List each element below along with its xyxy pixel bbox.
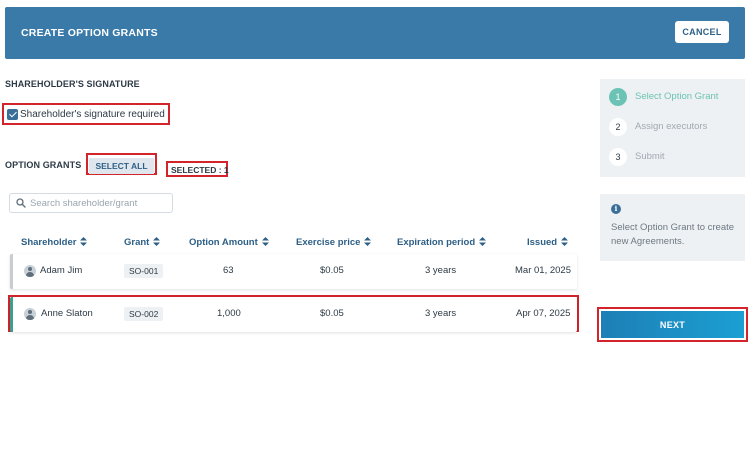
selected-count: SELECTED : 1 xyxy=(171,165,229,175)
step-1-label: Select Option Grant xyxy=(635,91,719,102)
exercise-price: $0.05 xyxy=(320,308,344,319)
column-header-option-amount[interactable]: Option Amount xyxy=(189,236,269,248)
select-all-button[interactable]: SELECT ALL xyxy=(89,158,154,174)
signature-required-checkbox-row[interactable]: Shareholder's signature required xyxy=(2,103,170,125)
cancel-button[interactable]: CANCEL xyxy=(675,21,729,43)
sort-icon xyxy=(364,236,372,246)
expiration-period: 3 years xyxy=(425,265,457,276)
issued-date: Apr 07, 2025 xyxy=(516,308,571,319)
column-header-label: Exercise price xyxy=(296,237,361,248)
search-icon xyxy=(16,198,26,208)
table-row-selected[interactable]: Anne Slaton SO-002 1,000 $0.05 3 years A… xyxy=(10,297,577,332)
column-header-label: Option Amount xyxy=(189,237,258,248)
sort-icon xyxy=(80,236,88,246)
info-panel: i Select Option Grant to create new Agre… xyxy=(600,194,745,261)
signature-required-checkbox[interactable] xyxy=(7,109,18,120)
column-header-label: Grant xyxy=(124,237,150,248)
signature-section-title: SHAREHOLDER'S SIGNATURE xyxy=(5,79,140,89)
step-3-label: Submit xyxy=(635,151,665,162)
select-all-frame: SELECT ALL xyxy=(86,153,157,175)
step-2-label: Assign executors xyxy=(635,121,708,132)
sort-icon xyxy=(479,236,487,246)
info-text: Select Option Grant to create new Agreem… xyxy=(611,222,735,247)
grant-badge: SO-001 xyxy=(124,264,164,278)
column-header-issued[interactable]: Issued xyxy=(527,236,569,248)
table-row[interactable]: Adam Jim SO-001 63 $0.05 3 years Mar 01,… xyxy=(10,254,577,289)
column-header-grant[interactable]: Grant xyxy=(124,236,161,248)
option-amount: 63 xyxy=(223,265,234,276)
column-header-label: Expiration period xyxy=(397,237,476,248)
option-amount: 1,000 xyxy=(217,308,241,319)
search-input[interactable] xyxy=(30,196,170,211)
column-header-label: Shareholder xyxy=(21,237,77,248)
page-title: CREATE OPTION GRANTS xyxy=(21,27,158,39)
next-button-frame: NEXT xyxy=(597,307,748,342)
page-header: CREATE OPTION GRANTS CANCEL xyxy=(5,7,745,59)
progress-stepper: 1 Select Option Grant 2 Assign executors… xyxy=(600,79,745,177)
avatar xyxy=(24,308,36,320)
shareholder-name: Adam Jim xyxy=(40,265,83,276)
search-box[interactable] xyxy=(9,193,173,213)
issued-date: Mar 01, 2025 xyxy=(515,265,571,276)
step-1-number: 1 xyxy=(609,88,627,106)
sort-icon xyxy=(153,236,161,246)
expiration-period: 3 years xyxy=(425,308,457,319)
step-3-number: 3 xyxy=(609,148,627,166)
exercise-price: $0.05 xyxy=(320,265,344,276)
signature-required-label[interactable]: Shareholder's signature required xyxy=(20,109,165,120)
option-grants-title: OPTION GRANTS xyxy=(5,160,82,170)
column-header-expiration-period[interactable]: Expiration period xyxy=(397,236,487,248)
sort-icon xyxy=(561,236,569,246)
shareholder-name: Anne Slaton xyxy=(41,308,93,319)
column-header-shareholder[interactable]: Shareholder xyxy=(21,236,88,248)
next-button[interactable]: NEXT xyxy=(601,311,744,338)
selected-count-frame: SELECTED : 1 xyxy=(166,161,229,177)
info-icon: i xyxy=(611,204,621,214)
sort-icon xyxy=(261,236,269,246)
column-header-label: Issued xyxy=(527,237,558,248)
step-2-number: 2 xyxy=(609,118,627,136)
column-header-exercise-price[interactable]: Exercise price xyxy=(296,236,372,248)
grant-badge: SO-002 xyxy=(124,307,164,321)
avatar xyxy=(24,265,36,277)
